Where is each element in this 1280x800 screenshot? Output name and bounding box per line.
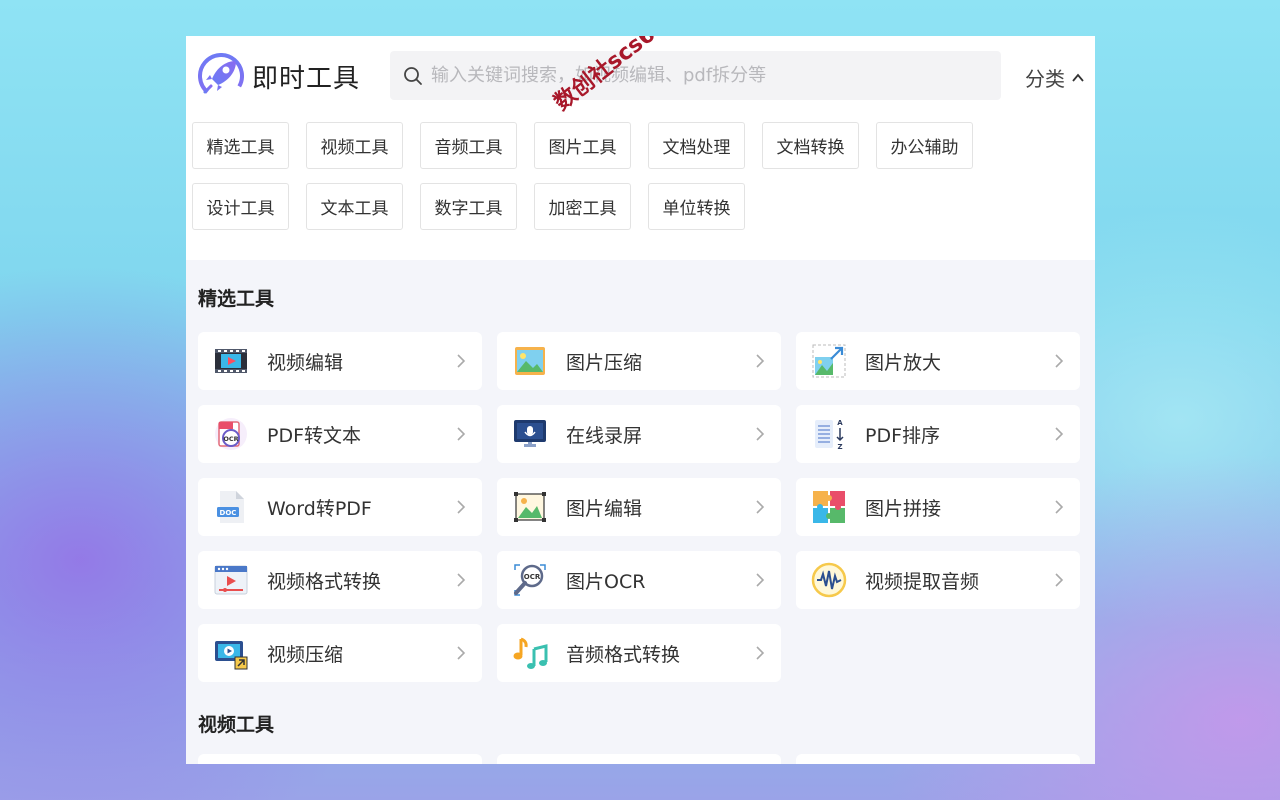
section-title-video: 视频工具: [198, 714, 275, 736]
tool-card[interactable]: 视频格式转换: [198, 551, 482, 609]
tool-card[interactable]: 在线录屏: [497, 405, 781, 463]
tool-card[interactable]: 图片压缩: [497, 332, 781, 390]
header: 即时工具 分类 数创社scs66: [186, 36, 1095, 116]
screen-record-icon: [514, 420, 546, 447]
video-compress-icon: [215, 641, 248, 670]
audio-wave-icon: [811, 562, 847, 598]
tool-label: 视频格式转换: [267, 570, 382, 593]
svg-text:Z: Z: [837, 443, 842, 451]
chevron-right-icon: [1055, 500, 1064, 514]
video-convert-icon: [214, 565, 248, 595]
tool-card[interactable]: 图片放大: [796, 332, 1080, 390]
puzzle-icon: [813, 491, 845, 523]
tool-card[interactable]: 图片拼接: [796, 478, 1080, 536]
tool-card[interactable]: OCR PDF转文本: [198, 405, 482, 463]
tool-card[interactable]: DOC Word转PDF: [198, 478, 482, 536]
svg-text:OCR: OCR: [524, 573, 541, 581]
tag-audio[interactable]: 音频工具: [420, 122, 517, 169]
tag-office[interactable]: 办公辅助: [876, 122, 973, 169]
tag-design[interactable]: 设计工具: [192, 183, 289, 230]
category-toggle[interactable]: 分类: [1025, 63, 1085, 92]
chevron-right-icon: [457, 646, 466, 660]
tool-label: Word转PDF: [267, 497, 372, 520]
chevron-right-icon: [457, 427, 466, 441]
tool-label: 图片OCR: [566, 570, 646, 593]
tool-card[interactable]: [497, 754, 781, 764]
chevron-right-icon: [457, 573, 466, 587]
pdf-sort-icon: A Z: [815, 419, 844, 451]
tag-video[interactable]: 视频工具: [306, 122, 403, 169]
search-input[interactable]: [431, 65, 971, 86]
image-edit-icon: [514, 492, 546, 522]
video-edit-icon: [215, 349, 247, 373]
featured-tools-grid: 视频编辑 图片压缩 图片放大 OCR PDF转文本 在线录屏 A Z PDF排序…: [186, 332, 1095, 682]
rocket-logo-icon[interactable]: [198, 53, 244, 99]
tool-label: 视频提取音频: [865, 570, 980, 593]
svg-text:OCR: OCR: [223, 435, 238, 443]
chevron-right-icon: [756, 427, 765, 441]
svg-text:DOC: DOC: [220, 509, 237, 517]
tag-doc-convert[interactable]: 文档转换: [762, 122, 859, 169]
brand-title: 即时工具: [252, 64, 361, 94]
tool-card[interactable]: [796, 754, 1080, 764]
chevron-right-icon: [457, 354, 466, 368]
tag-featured[interactable]: 精选工具: [192, 122, 289, 169]
tool-label: 视频压缩: [267, 643, 344, 666]
tool-card[interactable]: 音频格式转换: [497, 624, 781, 682]
tag-number[interactable]: 数字工具: [420, 183, 517, 230]
tool-card[interactable]: 图片编辑: [497, 478, 781, 536]
tool-card[interactable]: [198, 754, 482, 764]
image-compress-icon: [515, 347, 545, 375]
ocr-magnifier-icon: OCR: [514, 564, 546, 596]
chevron-right-icon: [756, 500, 765, 514]
top-bar: 即时工具 分类 数创社scs66 精选工具 视频工具 音频工具 图片工具 文档处: [186, 36, 1095, 260]
tag-doc-process[interactable]: 文档处理: [648, 122, 745, 169]
chevron-right-icon: [457, 500, 466, 514]
chevron-up-icon: [1072, 73, 1084, 82]
svg-text:A: A: [837, 419, 843, 427]
category-label: 分类: [1025, 67, 1065, 91]
chevron-right-icon: [1055, 427, 1064, 441]
music-notes-icon: [513, 637, 548, 669]
chevron-right-icon: [756, 354, 765, 368]
tag-text[interactable]: 文本工具: [306, 183, 403, 230]
tool-card[interactable]: OCR 图片OCR: [497, 551, 781, 609]
search-icon: [404, 66, 422, 85]
video-tools-grid-partial: [186, 754, 1095, 764]
pdf-ocr-icon: OCR: [215, 418, 247, 450]
tool-card[interactable]: A Z PDF排序: [796, 405, 1080, 463]
tag-encrypt[interactable]: 加密工具: [534, 183, 631, 230]
tool-card[interactable]: 视频提取音频: [796, 551, 1080, 609]
tool-card[interactable]: 视频编辑: [198, 332, 482, 390]
search-box[interactable]: [390, 51, 1001, 100]
tool-label: PDF转文本: [267, 424, 362, 447]
tool-label: 图片编辑: [566, 497, 643, 520]
chevron-right-icon: [756, 646, 765, 660]
chevron-right-icon: [1055, 573, 1064, 587]
app-panel: 即时工具 分类 数创社scs66 精选工具 视频工具 音频工具 图片工具 文档处: [186, 36, 1095, 764]
tool-label: 图片拼接: [865, 497, 942, 520]
chevron-right-icon: [1055, 354, 1064, 368]
category-tags: 精选工具 视频工具 音频工具 图片工具 文档处理 文档转换 办公辅助 设计工具 …: [186, 116, 1095, 244]
tool-label: 在线录屏: [566, 424, 643, 447]
tool-label: 音频格式转换: [566, 643, 681, 666]
tool-label: PDF排序: [865, 424, 941, 447]
chevron-right-icon: [756, 573, 765, 587]
tool-label: 视频编辑: [267, 351, 344, 374]
tool-label: 图片放大: [865, 351, 942, 374]
image-enlarge-icon: [812, 344, 846, 378]
tag-unit[interactable]: 单位转换: [648, 183, 745, 230]
tool-label: 图片压缩: [566, 351, 643, 374]
tag-image[interactable]: 图片工具: [534, 122, 631, 169]
section-title-featured: 精选工具: [198, 288, 275, 310]
doc-file-icon: DOC: [217, 491, 244, 523]
tool-card[interactable]: 视频压缩: [198, 624, 482, 682]
